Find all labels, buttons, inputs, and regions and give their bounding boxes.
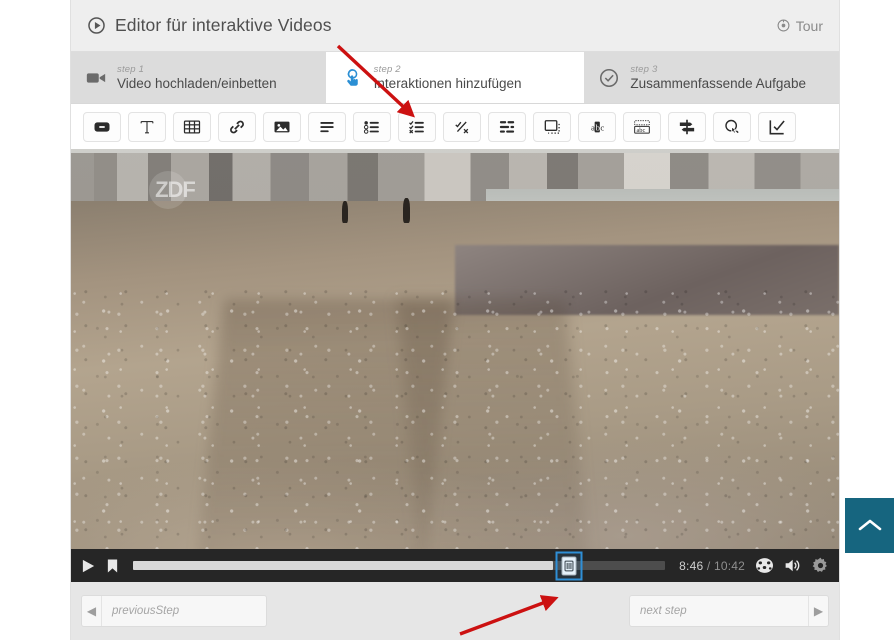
playback-speed-button[interactable] — [755, 557, 774, 574]
drag-drop-button[interactable] — [533, 111, 571, 142]
link-chain-icon — [230, 120, 244, 133]
video-camera-icon — [85, 67, 107, 89]
seek-progress — [133, 561, 554, 570]
table-grid-icon — [183, 120, 201, 133]
submit-screen-check-icon — [769, 119, 785, 134]
time-separator: / — [706, 558, 711, 573]
next-step-label: next step — [640, 605, 687, 617]
video-watermark-text: ZDF — [155, 177, 196, 202]
play-button[interactable] — [81, 558, 96, 574]
play-triangle-icon — [82, 559, 95, 572]
text-button[interactable] — [128, 111, 166, 142]
tab-step-1-upload-video[interactable]: step 1 Video hochladen/einbetten — [71, 52, 328, 103]
hand-click-icon — [342, 67, 364, 89]
gear-settings-icon — [812, 557, 827, 572]
tab-step-1-text: step 1 Video hochladen/einbetten — [117, 63, 277, 91]
bookmark-icon — [107, 559, 118, 572]
step-tabs: step 1 Video hochladen/einbetten step 2 … — [71, 52, 840, 104]
chevron-up-icon — [858, 519, 881, 530]
tab-step-1-number: step 1 — [117, 63, 145, 75]
drag-drop-frame-icon — [544, 119, 560, 134]
multiple-choice-button[interactable] — [398, 111, 436, 142]
tab-step-2-number: step 2 — [373, 63, 401, 75]
crossroads-signpost-icon — [679, 119, 695, 134]
tour-target-icon — [777, 19, 790, 32]
video-player-stage[interactable]: ZDF 8:46 / 10:42 — [71, 149, 839, 582]
video-gravel-texture — [71, 289, 839, 582]
player-controls: 8:46 / 10:42 — [71, 549, 839, 582]
screenshot-root: Editor für interaktive Videos Tour step … — [0, 0, 894, 640]
true-false-button[interactable] — [443, 111, 481, 142]
image-button[interactable] — [263, 111, 301, 142]
drag-text-abc-icon: abc — [634, 119, 650, 134]
page-title: Editor für interaktive Videos — [115, 15, 332, 35]
image-picture-icon — [274, 121, 290, 132]
tab-step-3-label: Zusammenfassende Aufgabe — [630, 77, 806, 91]
tab-step-3-summary-task[interactable]: step 3 Zusammenfassende Aufgabe — [584, 52, 840, 103]
drag-text-button[interactable]: abc — [623, 111, 661, 142]
video-person-1 — [342, 201, 349, 223]
current-time: 8:46 — [679, 558, 704, 573]
interaction-toolbar: a b c abc — [71, 104, 839, 149]
single-choice-button[interactable] — [353, 111, 391, 142]
step-navigation: ◀ previousStep ▶ next step — [71, 582, 839, 640]
svg-text:abc: abc — [637, 127, 646, 134]
video-watermark: ZDF — [149, 171, 201, 209]
editor-header: Editor für interaktive Videos Tour — [71, 0, 839, 52]
previous-step-button[interactable]: ◀ previousStep — [81, 595, 267, 627]
label-rounded-icon — [94, 121, 110, 132]
volume-button[interactable] — [784, 557, 802, 574]
volume-speaker-icon — [785, 559, 800, 572]
tour-button[interactable]: Tour — [777, 18, 823, 34]
interaction-marker-icon — [564, 560, 574, 571]
statement-button[interactable] — [308, 111, 346, 142]
true-false-slash-icon — [455, 121, 469, 133]
settings-button[interactable] — [812, 557, 829, 574]
video-person-2 — [402, 198, 410, 223]
previous-step-label: previousStep — [112, 605, 180, 617]
tab-step-2-label: Interaktionen hinzufügen — [373, 77, 522, 91]
navigation-hotspot-button[interactable] — [713, 111, 751, 142]
single-choice-list-icon — [363, 120, 379, 134]
next-step-button[interactable]: ▶ next step — [629, 595, 829, 627]
svg-text:c: c — [600, 122, 604, 132]
fill-in-blanks-icon — [499, 120, 515, 133]
bookmark-button[interactable] — [106, 558, 119, 574]
text-t-icon — [140, 120, 154, 133]
mark-the-words-abc-icon: a b c — [591, 121, 604, 132]
tab-step-2-text: step 2 Interaktionen hinzufügen — [373, 63, 522, 91]
list-lines-icon — [320, 121, 334, 132]
seek-marker[interactable] — [561, 556, 577, 575]
fill-blanks-button[interactable] — [488, 111, 526, 142]
multiple-choice-check-list-icon — [409, 120, 424, 133]
total-time: 10:42 — [713, 558, 745, 573]
time-display: 8:46 / 10:42 — [679, 559, 745, 573]
tour-label: Tour — [795, 17, 823, 34]
label-button[interactable] — [83, 111, 121, 142]
navigation-hotspot-icon — [725, 119, 739, 134]
header-left-group: Editor für interaktive Videos — [87, 15, 332, 36]
link-button[interactable] — [218, 111, 256, 142]
table-button[interactable] — [173, 111, 211, 142]
tab-step-2-add-interactions[interactable]: step 2 Interaktionen hinzufügen — [327, 52, 585, 103]
seek-bar[interactable] — [133, 551, 666, 580]
tab-step-1-label: Video hochladen/einbetten — [117, 77, 277, 91]
crossroads-button[interactable] — [668, 111, 706, 142]
mark-words-button[interactable]: a b c — [578, 111, 616, 142]
tab-step-3-text: step 3 Zusammenfassende Aufgabe — [630, 63, 806, 91]
playback-speed-icon — [756, 558, 773, 573]
editor-panel: Editor für interaktive Videos Tour step … — [70, 0, 840, 640]
submit-screen-button[interactable] — [758, 111, 796, 142]
chevron-right-icon: ▶ — [808, 596, 828, 626]
scroll-to-top-button[interactable] — [845, 498, 894, 553]
tab-step-3-number: step 3 — [630, 63, 658, 75]
check-circle-icon — [598, 67, 620, 89]
svg-text:a: a — [591, 122, 595, 132]
play-circle-icon — [87, 16, 106, 35]
chevron-left-icon: ◀ — [82, 596, 102, 626]
